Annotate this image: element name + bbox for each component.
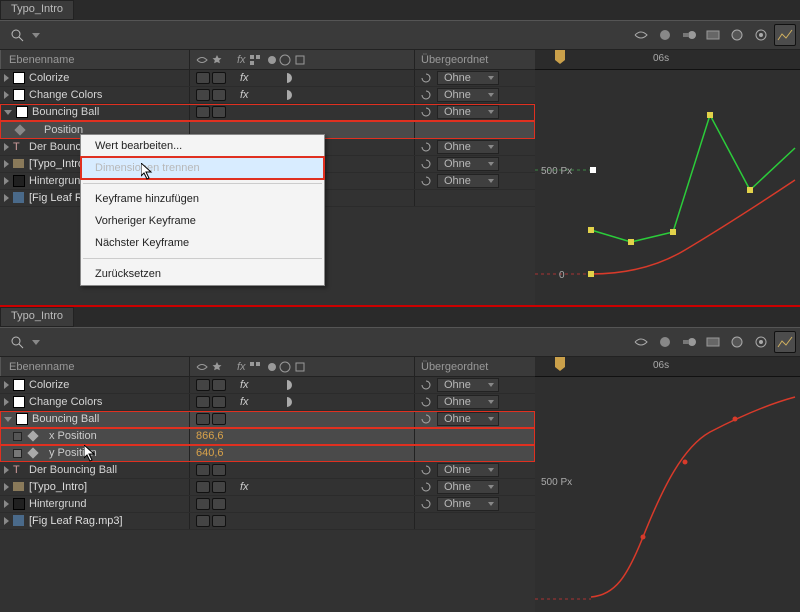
layer-name-header: Ebenenname bbox=[0, 50, 190, 69]
search-dropdown[interactable] bbox=[6, 24, 28, 46]
pickwhip-icon[interactable] bbox=[419, 71, 433, 85]
layer-row-audio[interactable]: [Fig Leaf Rag.mp3] bbox=[0, 513, 535, 530]
eye-icon bbox=[196, 54, 208, 66]
layer-row-colorize[interactable]: Colorize fx Ohne bbox=[0, 70, 535, 87]
composition-tab[interactable]: Typo_Intro bbox=[0, 0, 74, 20]
cursor-icon bbox=[141, 163, 153, 181]
dropdown-arrow-icon[interactable] bbox=[32, 33, 40, 38]
brainstorm-icon[interactable] bbox=[702, 24, 724, 46]
keyframe-icon[interactable] bbox=[27, 430, 38, 441]
color-swatch[interactable] bbox=[13, 89, 25, 101]
twirl-icon[interactable] bbox=[4, 74, 9, 82]
top-panel: Typo_Intro Ebenenname fx bbox=[0, 0, 800, 305]
graph-editor-icon[interactable] bbox=[774, 331, 796, 353]
property-row-x-position[interactable]: x Position 866,6 bbox=[0, 428, 535, 445]
fx-header-icon: fx bbox=[237, 54, 246, 66]
layer-switch-icon[interactable] bbox=[750, 24, 772, 46]
shy-toggle-icon[interactable] bbox=[630, 24, 652, 46]
layer-row-bouncing-ball[interactable]: Bouncing Ball Ohne bbox=[0, 411, 535, 428]
motion-blur-icon[interactable] bbox=[678, 24, 700, 46]
switches-header: fx bbox=[190, 50, 415, 69]
keyframe-icon[interactable] bbox=[27, 447, 38, 458]
text-layer-icon: T bbox=[13, 141, 25, 153]
property-row-y-position[interactable]: y Position 640,6 bbox=[0, 445, 535, 462]
fx-switch[interactable]: fx bbox=[240, 72, 249, 84]
layer-row-change-colors[interactable]: Change Colors fx Ohne bbox=[0, 87, 535, 104]
blur-col-icon bbox=[264, 54, 276, 66]
menu-next-keyframe[interactable]: Nächster Keyframe bbox=[81, 232, 324, 254]
switch[interactable] bbox=[212, 72, 226, 84]
y-axis-label: 500 Px bbox=[541, 166, 572, 177]
column-headers: Ebenenname fx Übergeordnet bbox=[0, 50, 535, 70]
graph-toggle[interactable] bbox=[13, 449, 22, 458]
bottom-panel: Typo_Intro Ebenenname fx bbox=[0, 307, 800, 612]
layer-row-der-bouncing[interactable]: TDer Bouncing Ball Ohne bbox=[0, 462, 535, 479]
parent-dropdown[interactable]: Ohne bbox=[437, 71, 499, 85]
x-position-value[interactable]: 866,6 bbox=[196, 430, 224, 442]
render-toggle-icon[interactable] bbox=[654, 24, 676, 46]
menu-add-keyframe[interactable]: Keyframe hinzufügen bbox=[81, 188, 324, 210]
graph-scale-icon[interactable] bbox=[726, 24, 748, 46]
twirl-icon[interactable] bbox=[4, 91, 9, 99]
parent-header: Übergeordnet bbox=[415, 50, 535, 69]
graph-toggle[interactable] bbox=[13, 432, 22, 441]
value-graph bbox=[535, 377, 800, 612]
menu-prev-keyframe[interactable]: Vorheriger Keyframe bbox=[81, 210, 324, 232]
timeline-toolbar bbox=[0, 327, 800, 357]
composition-tab[interactable]: Typo_Intro bbox=[0, 307, 74, 327]
menu-reset[interactable]: Zurücksetzen bbox=[81, 263, 324, 285]
cti-marker-icon[interactable] bbox=[553, 357, 567, 371]
audio-icon bbox=[13, 192, 25, 204]
keyframe-icon[interactable] bbox=[14, 124, 25, 135]
layer-row-colorize[interactable]: Colorize fx Ohne bbox=[0, 377, 535, 394]
star-icon bbox=[211, 54, 223, 66]
layer-row-change-colors[interactable]: Change Colors fx Ohne bbox=[0, 394, 535, 411]
twirl-icon[interactable] bbox=[4, 110, 12, 115]
color-swatch[interactable] bbox=[16, 106, 28, 118]
cti-marker-icon[interactable] bbox=[553, 50, 567, 64]
graph-editor-top[interactable]: 06s 500 Px 0 bbox=[535, 50, 800, 305]
menu-edit-value[interactable]: Wert bearbeiten... bbox=[81, 135, 324, 157]
cursor-icon bbox=[84, 445, 96, 463]
y-position-value[interactable]: 640,6 bbox=[196, 447, 224, 459]
menu-separate-dimensions[interactable]: Dimensionen trennen bbox=[81, 157, 324, 179]
layer-row-bouncing-ball[interactable]: Bouncing Ball Ohne bbox=[0, 104, 535, 121]
context-menu: Wert bearbeiten... Dimensionen trennen K… bbox=[80, 134, 325, 286]
graph-editor-icon[interactable] bbox=[774, 24, 796, 46]
graph-editor-bottom[interactable]: 06s 500 Px bbox=[535, 357, 800, 612]
value-graph bbox=[535, 70, 800, 305]
3d-col-icon bbox=[294, 54, 306, 66]
half-circle-icon[interactable] bbox=[281, 72, 293, 84]
boxes-icon bbox=[249, 54, 261, 66]
comp-icon bbox=[13, 158, 25, 170]
switch[interactable] bbox=[196, 72, 210, 84]
color-swatch[interactable] bbox=[13, 72, 25, 84]
y-axis-label: 0 bbox=[559, 270, 565, 281]
adj-col-icon bbox=[279, 54, 291, 66]
search-dropdown[interactable] bbox=[6, 331, 28, 353]
timeline-toolbar bbox=[0, 20, 800, 50]
layer-row-typo-intro[interactable]: [Typo_Intro] fx Ohne bbox=[0, 479, 535, 496]
layer-row-hintergrund[interactable]: Hintergrund Ohne bbox=[0, 496, 535, 513]
